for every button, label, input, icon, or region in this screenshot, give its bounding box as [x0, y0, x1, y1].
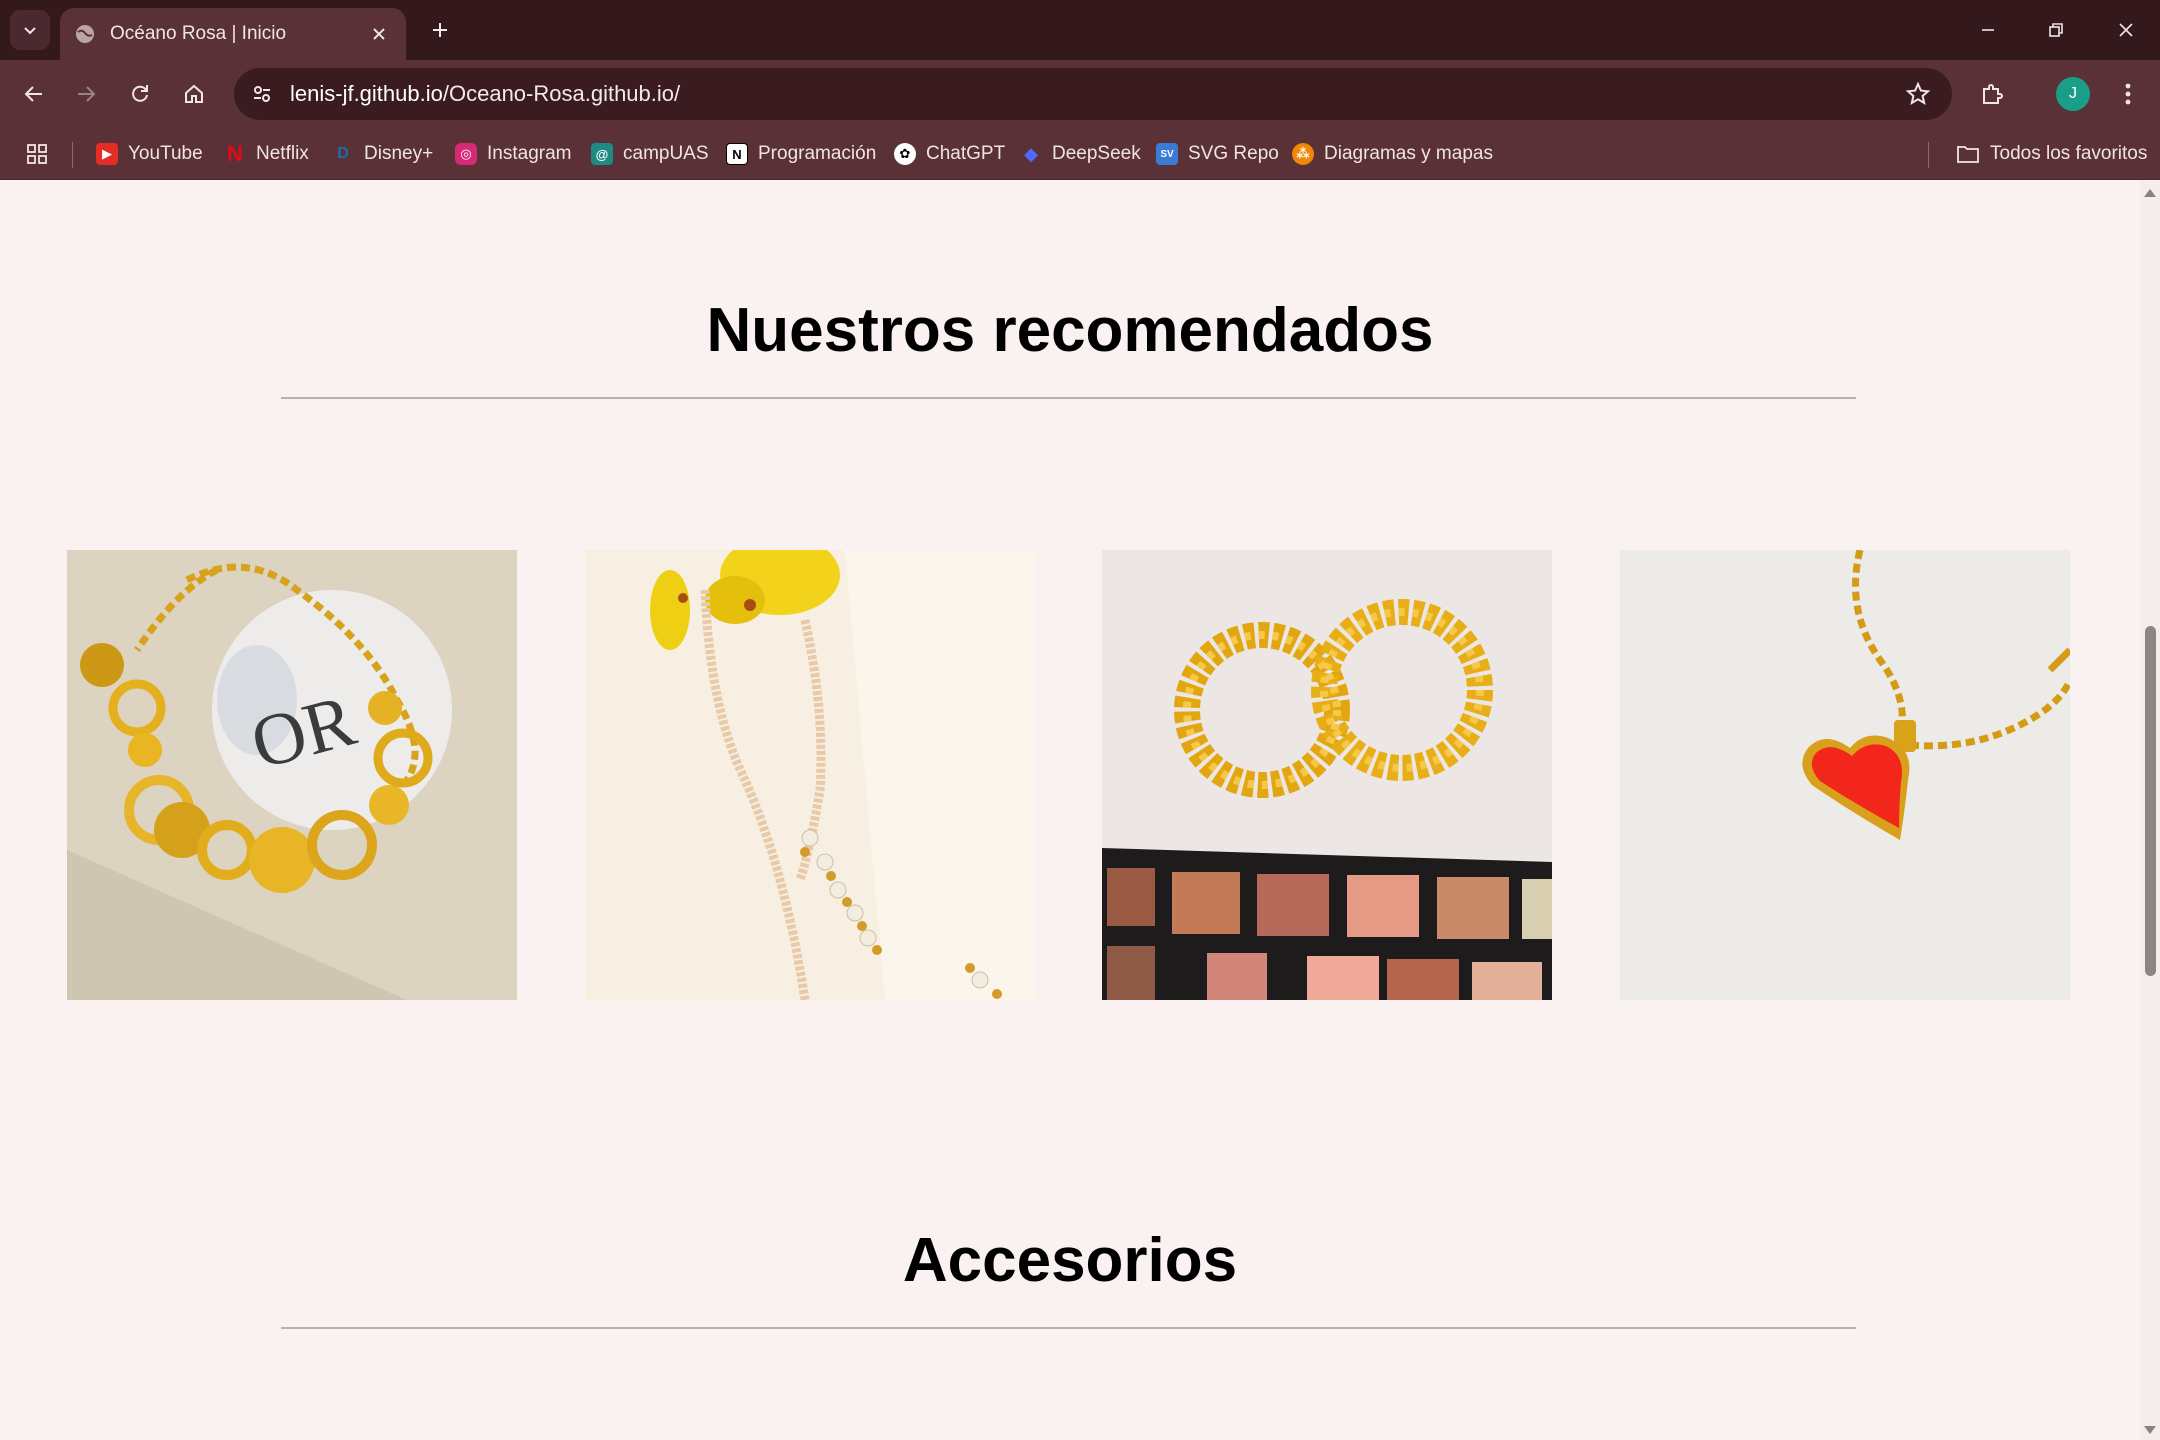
bookmark-label: ChatGPT [926, 143, 1006, 164]
minimize-button[interactable] [1968, 10, 2008, 50]
section-divider [281, 397, 1856, 399]
bookmark-svgrepo[interactable]: SV SVG Repo [1156, 138, 1279, 170]
globe-icon [76, 25, 94, 43]
bookmark-campuas[interactable]: @ campUAS [591, 138, 709, 170]
bookmark-disney[interactable]: D Disney+ [332, 138, 433, 170]
svgrepo-icon: SV [1156, 143, 1178, 165]
heart-pendant-photo [1620, 550, 2070, 1000]
section-divider [281, 1327, 1856, 1329]
close-icon [2119, 23, 2133, 37]
restore-icon [2049, 23, 2063, 37]
arrow-right-icon [78, 86, 96, 102]
instagram-icon: ◎ [455, 143, 477, 165]
netflix-icon: N [227, 141, 243, 166]
bookmark-label: Netflix [256, 143, 309, 164]
browser-toolbar: lenis-jf.github.io/Oceano-Rosa.github.io… [0, 60, 2160, 128]
apps-grid-icon [27, 144, 47, 164]
scrollbar-thumb[interactable] [2145, 626, 2156, 976]
more-vert-icon [2125, 83, 2131, 105]
tab-search-button[interactable] [10, 10, 50, 50]
restore-button[interactable] [2036, 10, 2076, 50]
pearl-necklace-photo [585, 550, 1035, 1000]
chatgpt-icon: ✿ [894, 143, 916, 165]
bookmarks-separator [1928, 142, 1929, 168]
menu-button[interactable] [2108, 74, 2148, 114]
bookmark-label: campUAS [623, 143, 709, 164]
active-tab[interactable]: Océano Rosa | Inicio [60, 8, 406, 60]
bookmark-programacion[interactable]: N Programación [726, 138, 876, 170]
puzzle-icon [1983, 84, 2003, 104]
url-host: lenis-jf.github.io [290, 81, 443, 106]
new-tab-button[interactable] [424, 14, 456, 46]
all-bookmarks-label: Todos los favoritos [1990, 143, 2148, 164]
plus-icon [433, 23, 447, 37]
bookmark-chatgpt[interactable]: ✿ ChatGPT [894, 138, 1005, 170]
bookmark-youtube[interactable]: ▶ YouTube [96, 138, 203, 170]
close-tab-button[interactable] [366, 21, 392, 47]
tab-strip: Océano Rosa | Inicio [0, 0, 2160, 60]
minimize-icon [1982, 29, 1994, 31]
bookmark-label: DeepSeek [1052, 143, 1141, 164]
tab-title: Océano Rosa | Inicio [110, 23, 287, 44]
bookmarks-bar: ▶ YouTube N Netflix D Disney+ ◎ Instagra… [0, 128, 2160, 180]
bookmark-star-button[interactable] [1898, 74, 1938, 114]
apps-button[interactable] [26, 138, 48, 170]
youtube-icon: ▶ [96, 143, 118, 165]
page-scrollbar[interactable] [2140, 181, 2160, 1440]
notion-icon: N [726, 143, 748, 165]
all-bookmarks-button[interactable]: Todos los favoritos [1956, 138, 2147, 170]
forward-button[interactable] [66, 74, 106, 114]
bookmark-label: Programación [758, 143, 877, 164]
home-button[interactable] [174, 74, 214, 114]
reload-icon [132, 85, 148, 102]
address-bar[interactable]: lenis-jf.github.io/Oceano-Rosa.github.io… [234, 68, 1952, 120]
close-window-button[interactable] [2106, 10, 2146, 50]
bookmark-label: Diagramas y mapas [1324, 143, 1493, 164]
back-button[interactable] [14, 74, 54, 114]
campuas-icon: @ [591, 143, 613, 165]
close-icon [373, 28, 385, 40]
bookmark-label: Instagram [487, 143, 572, 164]
web-page: Nuestros recomendados OR Accesorios [0, 181, 2140, 1440]
site-info-button[interactable] [242, 74, 282, 114]
tune-icon [254, 86, 270, 102]
bookmark-diagramas[interactable]: ⁂ Diagramas y mapas [1292, 138, 1493, 170]
profile-avatar[interactable]: J [2056, 77, 2090, 111]
product-image-gold-disc-necklace[interactable]: OR [67, 550, 517, 1000]
chevron-down-icon [24, 27, 36, 35]
deepseek-icon: ◆ [1024, 143, 1038, 164]
recommended-title: Nuestros recomendados [706, 296, 1434, 365]
bookmark-label: YouTube [128, 143, 203, 164]
product-image-gold-hoop-earrings[interactable] [1102, 550, 1552, 1000]
folder-icon [1957, 146, 1979, 163]
star-icon [1906, 82, 1930, 106]
accessories-title: Accesorios [902, 1226, 1238, 1295]
extensions-button[interactable] [1972, 74, 2012, 114]
bookmarks-separator [72, 142, 73, 168]
reload-button[interactable] [120, 74, 160, 114]
necklace-photo: OR [67, 550, 517, 1000]
disney-icon: D [337, 145, 349, 162]
earrings-photo [1102, 550, 1552, 1000]
bookmark-netflix[interactable]: N Netflix [224, 138, 309, 170]
bookmark-instagram[interactable]: ◎ Instagram [455, 138, 571, 170]
bookmark-label: SVG Repo [1188, 143, 1279, 164]
url-text: lenis-jf.github.io/Oceano-Rosa.github.io… [290, 81, 680, 107]
scroll-down-arrow[interactable] [2144, 1426, 2156, 1434]
scroll-up-arrow[interactable] [2144, 189, 2156, 197]
url-path: /Oceano-Rosa.github.io/ [442, 81, 681, 106]
home-icon [185, 84, 203, 103]
product-image-red-heart-pendant[interactable] [1620, 550, 2070, 1000]
bookmark-deepseek[interactable]: ◆ DeepSeek [1020, 138, 1141, 170]
arrow-left-icon [24, 86, 42, 102]
diagrams-icon: ⁂ [1292, 143, 1314, 165]
product-image-pearl-necklace[interactable] [585, 550, 1035, 1000]
bookmark-label: Disney+ [364, 143, 434, 164]
